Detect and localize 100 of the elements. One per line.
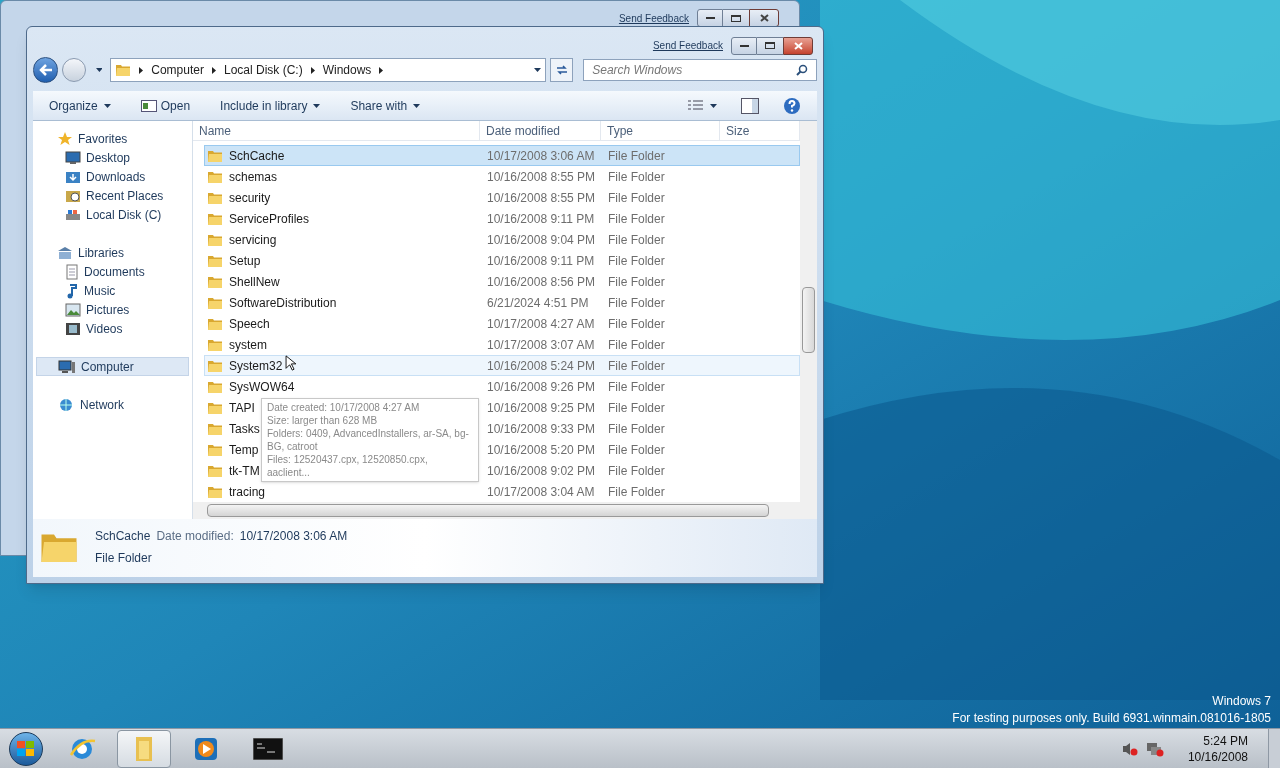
column-header[interactable]: Name: [193, 121, 480, 140]
windows-logo-icon: [17, 740, 35, 757]
music-note-icon: [65, 282, 79, 299]
clock-time: 5:24 PM: [1203, 732, 1248, 749]
start-button[interactable]: [9, 731, 43, 766]
breadcrumb[interactable]: Windows: [322, 61, 372, 79]
nav-item[interactable]: Documents: [33, 262, 192, 281]
horizontal-scrollbar[interactable]: [193, 502, 817, 519]
date-cell-text: 10/16/2008 9:25 PM: [486, 399, 597, 417]
toolbar-button[interactable]: Include in library: [220, 96, 321, 115]
type-cell-text: File Folder: [607, 462, 666, 480]
date-cell-text: 10/16/2008 5:20 PM: [486, 441, 597, 459]
clock-date: 10/16/2008: [1187, 748, 1248, 765]
search-input[interactable]: Search Windows: [592, 61, 796, 79]
chevron-icon: [139, 66, 144, 74]
network-error-icon[interactable]: [1145, 740, 1164, 757]
folder-icon: [207, 358, 223, 373]
date-cell-text: 10/16/2008 5:24 PM: [486, 357, 597, 375]
chevron-icon: [379, 66, 384, 74]
nav-item[interactable]: Desktop: [33, 148, 192, 167]
search-field[interactable]: Search Windows: [583, 59, 817, 81]
view-list-icon[interactable]: [688, 99, 704, 112]
toolbar-button[interactable]: Open: [140, 96, 191, 115]
maximize-button[interactable]: [757, 36, 783, 55]
date-cell-text: 10/17/2008 3:07 AM: [486, 336, 596, 354]
library-icon: [57, 245, 73, 260]
file-row[interactable]: SchCache 10/17/2008 3:06 AM File Folder: [204, 145, 800, 166]
property-label: Date modified:: [156, 528, 234, 545]
column-header[interactable]: Type: [601, 121, 720, 140]
file-row[interactable]: System32 10/16/2008 5:24 PM File Folder: [204, 355, 800, 376]
file-name: servicing: [229, 231, 277, 249]
date-cell-text: 10/17/2008 3:06 AM: [486, 147, 596, 165]
date-cell-text: 10/16/2008 8:55 PM: [486, 168, 597, 186]
picture-icon: [65, 302, 81, 317]
item-type: File Folder: [95, 550, 153, 567]
document-icon: [65, 263, 79, 280]
nav-item[interactable]: Music: [33, 281, 192, 300]
folder-icon: [207, 442, 223, 457]
minimize-button[interactable]: [731, 36, 757, 55]
nav-item[interactable]: Downloads: [33, 167, 192, 186]
computer-icon: [58, 359, 76, 374]
vertical-scrollbar[interactable]: [800, 121, 817, 502]
caret-icon: [103, 103, 111, 108]
type-cell-text: File Folder: [607, 147, 666, 165]
nav-item[interactable]: Recent Places: [33, 186, 192, 205]
toolbar-button[interactable]: Organize: [49, 96, 111, 115]
folder-icon: [207, 463, 223, 478]
date-cell-text: 10/16/2008 8:56 PM: [486, 273, 597, 291]
minimize-button[interactable]: [697, 9, 723, 27]
type-cell-text: File Folder: [607, 210, 666, 228]
type-cell-text: File Folder: [607, 399, 666, 417]
file-name: ShellNew: [229, 273, 280, 291]
tooltip-line: Size: larger than 628 MB: [267, 414, 379, 427]
folder-icon: [207, 484, 223, 499]
column-header[interactable]: Date modified: [480, 121, 601, 140]
folder-icon: [207, 274, 223, 289]
tooltip-line: Folders: 0409, AdvancedInstallers, ar-SA, bg-BG, catroot: [267, 427, 470, 453]
caret-icon: [413, 103, 421, 108]
file-name: Speech: [229, 315, 270, 333]
nav-item[interactable]: Network: [36, 395, 189, 414]
back-arrow-icon: [38, 64, 53, 76]
nav-item[interactable]: Pictures: [33, 300, 192, 319]
breadcrumb[interactable]: Computer: [151, 61, 204, 79]
file-name: security: [229, 189, 271, 207]
item-name: SchCache: [95, 528, 151, 545]
close-icon: [759, 14, 769, 22]
chevron-icon: [310, 66, 315, 74]
type-cell-text: File Folder: [607, 441, 666, 459]
close-button[interactable]: [783, 36, 813, 55]
breadcrumb[interactable]: Local Disk (C:): [223, 61, 303, 79]
toolbar-button[interactable]: Share with: [350, 96, 421, 115]
maximize-button[interactable]: [723, 9, 749, 27]
folder-icon: [207, 295, 223, 310]
nav-item[interactable]: Videos: [33, 319, 192, 338]
property-value: 10/17/2008 3:06 AM: [239, 528, 348, 545]
nav-item[interactable]: Local Disk (C): [33, 205, 192, 224]
date-cell-text: 10/16/2008 9:11 PM: [486, 210, 596, 228]
preview-pane-icon[interactable]: [741, 97, 759, 114]
refresh-button[interactable]: [549, 58, 574, 82]
folder-icon: [207, 253, 223, 268]
file-name: Setup: [229, 252, 261, 270]
volume-muted-icon[interactable]: [1121, 740, 1138, 757]
network-icon: [57, 397, 75, 412]
folder-icon: [207, 400, 223, 415]
type-cell-text: File Folder: [607, 378, 666, 396]
close-button[interactable]: [749, 9, 779, 27]
file-name: ServiceProfiles: [229, 210, 310, 228]
date-cell-text: 10/16/2008 9:11 PM: [486, 252, 596, 270]
help-icon[interactable]: [783, 96, 801, 115]
feedback-link[interactable]: Send Feedback: [618, 10, 689, 26]
nav-item[interactable]: Favorites: [36, 129, 189, 148]
back-button[interactable]: [33, 57, 59, 83]
file-name: tracing: [229, 483, 266, 501]
feedback-link[interactable]: Send Feedback: [652, 38, 723, 53]
refresh-icon: [554, 64, 569, 76]
type-cell-text: File Folder: [607, 189, 666, 207]
window-icon: [140, 99, 157, 112]
address-bar[interactable]: Computer Local Disk (C:) Windows: [110, 58, 546, 82]
nav-item[interactable]: Computer: [36, 357, 189, 376]
nav-item[interactable]: Libraries: [36, 243, 189, 262]
